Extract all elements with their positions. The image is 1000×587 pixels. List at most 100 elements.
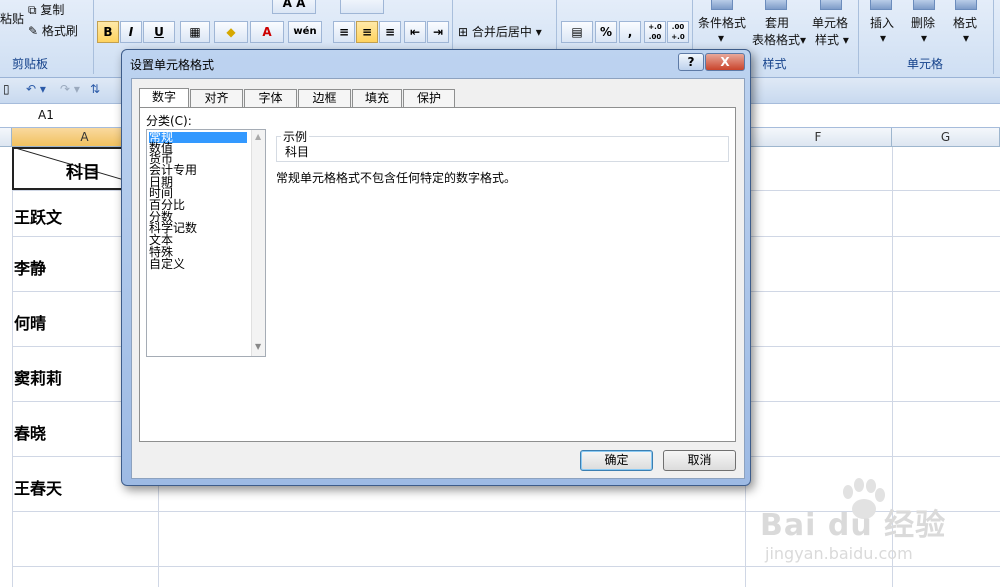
watermark-url: jingyan.baidu.com xyxy=(765,544,913,563)
name-cell[interactable]: 何晴 xyxy=(14,310,46,334)
gridline xyxy=(12,147,13,587)
bold-button[interactable]: B xyxy=(97,21,119,43)
copy-icon: ⧉ xyxy=(28,3,37,17)
insert-icon xyxy=(870,0,892,10)
merge-center-button[interactable]: ⊞ 合并后居中 ▾ xyxy=(458,23,542,40)
increase-indent-button[interactable]: ⇥ xyxy=(427,21,449,43)
group-divider xyxy=(93,0,94,74)
sort-icon[interactable]: ⇅ xyxy=(90,82,100,96)
tab-alignment[interactable]: 对齐 xyxy=(190,89,243,107)
tab-number[interactable]: 数字 xyxy=(139,88,189,108)
styles-group-label: 样式 xyxy=(762,57,787,71)
align-center-button[interactable]: ≡ xyxy=(356,21,378,43)
conditional-format-button[interactable]: 条件格式 xyxy=(698,14,746,31)
format-button[interactable]: 格式 xyxy=(953,14,977,31)
copy-button[interactable]: ⧉ 复制 xyxy=(28,1,64,18)
indent-icon: ⇥ xyxy=(432,25,444,39)
format-painter-button[interactable]: ✎ 格式刷 xyxy=(28,22,78,39)
group-divider xyxy=(858,0,859,74)
fill-color-button[interactable]: ◆ xyxy=(214,21,248,43)
align-left-button[interactable]: ≡ xyxy=(333,21,355,43)
border-icon: ▦ xyxy=(189,25,201,39)
name-cell[interactable]: 李静 xyxy=(14,255,46,279)
table-format-label-1[interactable]: 套用 xyxy=(765,14,789,31)
insert-button[interactable]: 插入 xyxy=(870,14,894,31)
number-tab-panel: 分类(C): 常规 数值 货币 会计专用 日期 时间 百分比 分数 科学记数 文… xyxy=(139,107,736,442)
clipboard-group-label: 剪贴板 xyxy=(11,57,48,71)
tab-protection[interactable]: 保护 xyxy=(403,89,455,107)
sample-value: 科目 xyxy=(285,145,310,159)
close-button[interactable]: X xyxy=(705,53,745,71)
group-divider xyxy=(993,0,994,74)
italic-button[interactable]: I xyxy=(120,21,142,43)
phonetic-button[interactable]: wén xyxy=(288,21,322,43)
comma-button[interactable]: , xyxy=(619,21,641,43)
align-right-icon: ≡ xyxy=(384,25,396,39)
table-format-label-2: 表格格式 xyxy=(752,33,801,47)
tab-fill[interactable]: 填充 xyxy=(352,89,402,107)
ok-button[interactable]: 确定 xyxy=(580,450,653,471)
sample-box: 科目 xyxy=(276,136,729,162)
sample-label: 示例 xyxy=(281,128,310,145)
cell-styles-button[interactable]: 样式 ▾ xyxy=(815,31,849,48)
cell-styles-label-1[interactable]: 单元格 xyxy=(812,14,848,31)
merge-cells-icon: ⊞ xyxy=(458,25,469,39)
align-left-icon: ≡ xyxy=(338,25,350,39)
align-center-icon: ≡ xyxy=(361,25,373,39)
redo-icon[interactable]: ↷ ▾ xyxy=(60,82,80,96)
format-icon xyxy=(955,0,977,10)
accounting-format-button[interactable]: ▤ xyxy=(561,21,593,43)
paint-bucket-icon: ◆ xyxy=(226,25,236,39)
name-box[interactable]: A1 xyxy=(38,108,54,122)
category-list[interactable]: 常规 数值 货币 会计专用 日期 时间 百分比 分数 科学记数 文本 特殊 自定… xyxy=(146,129,266,357)
undo-icon[interactable]: ↶ ▾ xyxy=(26,82,46,96)
delete-icon xyxy=(913,0,935,10)
table-format-button[interactable]: 表格格式▾ xyxy=(752,31,806,48)
chevron-down-icon: ▾ xyxy=(963,31,970,45)
currency-icon: ▤ xyxy=(571,25,583,39)
help-button[interactable]: ? xyxy=(678,53,704,71)
select-all-corner[interactable] xyxy=(0,128,12,147)
increase-decimal-button[interactable]: +.0 .00 xyxy=(644,21,666,43)
chevron-down-icon: ▾ xyxy=(718,31,725,45)
name-cell[interactable]: 王春天 xyxy=(14,475,62,499)
cell-styles-icon xyxy=(820,0,842,10)
outdent-icon: ⇤ xyxy=(409,25,421,39)
font-color-button[interactable]: A xyxy=(250,21,284,43)
border-button[interactable]: ▦ xyxy=(180,21,210,43)
percent-button[interactable]: % xyxy=(595,21,617,43)
column-header-f[interactable]: F xyxy=(745,128,892,147)
baidu-watermark: Bai du 经验 jingyan.baidu.com xyxy=(760,478,995,578)
merge-center-label: 合并后居中 xyxy=(471,25,532,39)
new-file-icon[interactable]: ▯ xyxy=(3,82,10,96)
align-right-button[interactable]: ≡ xyxy=(379,21,401,43)
format-cells-dialog: 设置单元格格式 ? X 数字 对齐 字体 边框 填充 保护 分类(C): 常规 … xyxy=(121,49,751,486)
name-cell[interactable]: 春晓 xyxy=(14,420,46,444)
format-description: 常规单元格格式不包含任何特定的数字格式。 xyxy=(276,171,517,185)
chevron-down-icon: ▾ xyxy=(921,31,928,45)
name-cell[interactable]: 窦莉莉 xyxy=(14,365,62,389)
font-size-buttons[interactable]: A A xyxy=(272,0,316,14)
conditional-format-icon xyxy=(711,0,733,10)
cancel-button[interactable]: 取消 xyxy=(663,450,736,471)
category-scrollbar[interactable]: ▲ ▼ xyxy=(251,130,265,356)
delete-button[interactable]: 删除 xyxy=(911,14,935,31)
dialog-body: 数字 对齐 字体 边框 填充 保护 分类(C): 常规 数值 货币 会计专用 日… xyxy=(131,78,745,479)
copy-label: 复制 xyxy=(40,3,65,17)
header-cell-text: 科目 xyxy=(66,163,100,183)
align-top-buttons[interactable] xyxy=(340,0,384,14)
name-cell[interactable]: 王跃文 xyxy=(14,204,62,228)
decrease-decimal-button[interactable]: .00 +.0 xyxy=(667,21,689,43)
watermark-brand: Bai du 经验 xyxy=(760,508,947,543)
scroll-up-icon[interactable]: ▲ xyxy=(255,132,261,141)
column-header-g[interactable]: G xyxy=(892,128,1000,147)
category-item[interactable]: 自定义 xyxy=(149,258,247,270)
decrease-indent-button[interactable]: ⇤ xyxy=(404,21,426,43)
cells-group-label: 单元格 xyxy=(906,57,943,71)
tab-border[interactable]: 边框 xyxy=(298,89,351,107)
scroll-down-icon[interactable]: ▼ xyxy=(255,342,261,351)
category-label: 分类(C): xyxy=(146,114,192,128)
paste-button[interactable]: 粘贴 xyxy=(0,10,24,27)
tab-font[interactable]: 字体 xyxy=(244,89,297,107)
underline-button[interactable]: U xyxy=(143,21,175,43)
